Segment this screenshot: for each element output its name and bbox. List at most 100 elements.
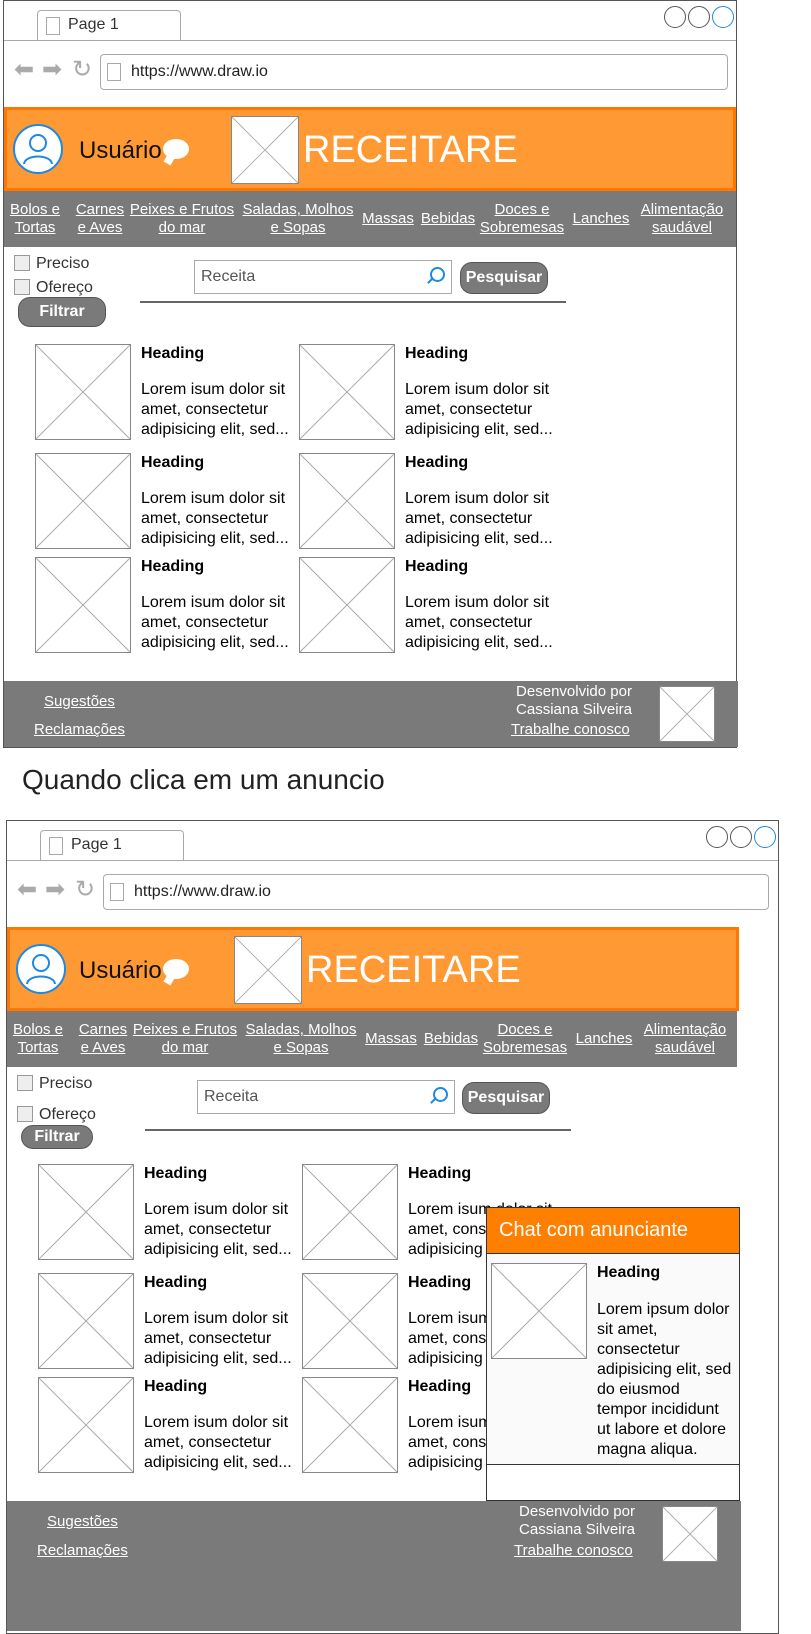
search-icon[interactable] <box>433 1087 448 1102</box>
nav-link[interactable]: Massas <box>363 1030 419 1048</box>
nav-link[interactable]: Massas <box>360 210 416 228</box>
back-arrow-icon[interactable]: ⬅ <box>14 55 34 84</box>
preciso-checkbox[interactable] <box>14 255 30 271</box>
forward-arrow-icon[interactable]: ➡ <box>42 55 62 84</box>
recipe-heading[interactable]: Heading <box>405 345 468 363</box>
nav-link-text: saudável <box>651 219 713 236</box>
nav-link-text: e Aves <box>77 219 123 236</box>
recipe-image[interactable] <box>302 1164 398 1260</box>
window-control-icon[interactable] <box>664 6 686 28</box>
recipe-image[interactable] <box>299 557 395 653</box>
nav-link[interactable]: Peixes e Frutos do mar <box>128 201 236 237</box>
nav-link[interactable]: Doces e Sobremesas <box>476 201 568 237</box>
recipe-heading[interactable]: Heading <box>141 345 204 363</box>
nav-link[interactable]: Saladas, Molhos e Sopas <box>243 1021 359 1057</box>
filter-button[interactable]: Filtrar <box>18 297 106 327</box>
recipe-image[interactable] <box>35 557 131 653</box>
search-placeholder: Receita <box>204 1088 259 1105</box>
chat-message-input[interactable] <box>487 1464 739 1500</box>
reclamacoes-link[interactable]: Reclamações <box>37 1542 128 1559</box>
window-control-icon[interactable] <box>706 826 728 848</box>
sugestoes-link[interactable]: Sugestões <box>47 1513 118 1530</box>
address-bar[interactable]: https://www.draw.io <box>100 54 728 90</box>
recipe-image[interactable] <box>302 1377 398 1473</box>
window-control-icon[interactable] <box>730 826 752 848</box>
chat-popup[interactable]: Chat com anunciante Heading Lorem ipsum … <box>486 1207 740 1501</box>
nav-link[interactable]: Carnes e Aves <box>70 201 130 237</box>
trabalhe-conosco-link[interactable]: Trabalhe conosco <box>514 1542 633 1559</box>
mockup-screen-main: Page 1 ⬅ ➡ ↻ https://www.draw.io Usuário… <box>0 0 811 750</box>
ofereco-label: Ofereço <box>39 1106 96 1123</box>
nav-link[interactable]: Alimentação saudável <box>634 201 730 237</box>
search-icon[interactable] <box>430 267 445 282</box>
nav-link[interactable]: Carnes e Aves <box>73 1021 133 1057</box>
browser-tab[interactable]: Page 1 <box>40 830 184 861</box>
recipe-heading[interactable]: Heading <box>405 558 468 576</box>
nav-link[interactable]: Lanches <box>573 1030 635 1048</box>
recipe-heading[interactable]: Heading <box>144 1378 207 1396</box>
recipe-heading[interactable]: Heading <box>141 558 204 576</box>
chat-ad-image <box>491 1263 587 1359</box>
recipe-heading[interactable]: Heading <box>408 1274 471 1292</box>
logo-text: RECEITARE <box>306 949 521 991</box>
recipe-heading[interactable]: Heading <box>408 1378 471 1396</box>
forward-arrow-icon[interactable]: ➡ <box>45 875 65 904</box>
recipe-heading[interactable]: Heading <box>141 454 204 472</box>
ofereco-checkbox[interactable] <box>14 279 30 295</box>
chat-bubble-icon[interactable] <box>163 139 189 159</box>
trabalhe-conosco-link[interactable]: Trabalhe conosco <box>511 721 630 738</box>
back-arrow-icon[interactable]: ⬅ <box>17 875 37 904</box>
search-input[interactable]: Receita <box>197 1080 455 1114</box>
recipe-image[interactable] <box>38 1377 134 1473</box>
nav-link[interactable]: Bolos e Tortas <box>11 1021 65 1057</box>
nav-link[interactable]: Bolos e Tortas <box>8 201 62 237</box>
window-control-icon[interactable] <box>754 826 776 848</box>
tab-divider <box>4 40 736 41</box>
search-button[interactable]: Pesquisar <box>460 262 548 294</box>
recipe-description: Lorem isum dolor sit amet, consectetur a… <box>405 594 553 651</box>
nav-link[interactable]: Bebidas <box>418 210 478 228</box>
recipe-image[interactable] <box>38 1164 134 1260</box>
search-button[interactable]: Pesquisar <box>462 1082 550 1114</box>
ofereco-checkbox[interactable] <box>17 1106 33 1122</box>
page-icon <box>110 883 124 901</box>
nav-link[interactable]: Bebidas <box>421 1030 481 1048</box>
nav-link[interactable]: Alimentação saudável <box>637 1021 733 1057</box>
nav-link-text: Tortas <box>14 219 56 236</box>
nav-link[interactable]: Lanches <box>570 210 632 228</box>
user-avatar-icon[interactable] <box>16 944 66 994</box>
address-bar[interactable]: https://www.draw.io <box>103 874 769 910</box>
recipe-image[interactable] <box>35 344 131 440</box>
search-input[interactable]: Receita <box>194 260 452 294</box>
user-avatar-icon[interactable] <box>13 124 63 174</box>
recipe-heading[interactable]: Heading <box>144 1165 207 1183</box>
recipe-image[interactable] <box>299 344 395 440</box>
recipe-image[interactable] <box>299 453 395 549</box>
nav-link-text: do mar <box>158 219 206 236</box>
url-text: https://www.draw.io <box>134 883 271 900</box>
reload-icon[interactable]: ↻ <box>72 55 92 84</box>
recipe-heading[interactable]: Heading <box>408 1165 471 1183</box>
nav-link[interactable]: Doces e Sobremesas <box>479 1021 571 1057</box>
reclamacoes-link[interactable]: Reclamações <box>34 721 125 738</box>
filter-button[interactable]: Filtrar <box>21 1125 93 1149</box>
window-control-icon[interactable] <box>712 6 734 28</box>
preciso-checkbox[interactable] <box>17 1075 33 1091</box>
nav-link[interactable]: Peixes e Frutos do mar <box>131 1021 239 1057</box>
recipe-description: Lorem isum dolor sit amet, consectetur a… <box>144 1201 292 1258</box>
reload-icon[interactable]: ↻ <box>75 875 95 904</box>
nav-link[interactable]: Saladas, Molhos e Sopas <box>240 201 356 237</box>
recipe-heading[interactable]: Heading <box>144 1274 207 1292</box>
nav-link-text: Sobremesas <box>479 219 565 236</box>
recipe-image[interactable] <box>38 1273 134 1369</box>
chat-bubble-icon[interactable] <box>163 959 189 979</box>
recipe-image[interactable] <box>35 453 131 549</box>
nav-link-text: Tortas <box>17 1039 59 1056</box>
recipe-heading[interactable]: Heading <box>405 454 468 472</box>
browser-tab[interactable]: Page 1 <box>37 10 181 41</box>
window-control-icon[interactable] <box>688 6 710 28</box>
sugestoes-link[interactable]: Sugestões <box>44 693 115 710</box>
user-label[interactable]: Usuário <box>79 137 162 165</box>
recipe-image[interactable] <box>302 1273 398 1369</box>
user-label[interactable]: Usuário <box>79 957 162 985</box>
